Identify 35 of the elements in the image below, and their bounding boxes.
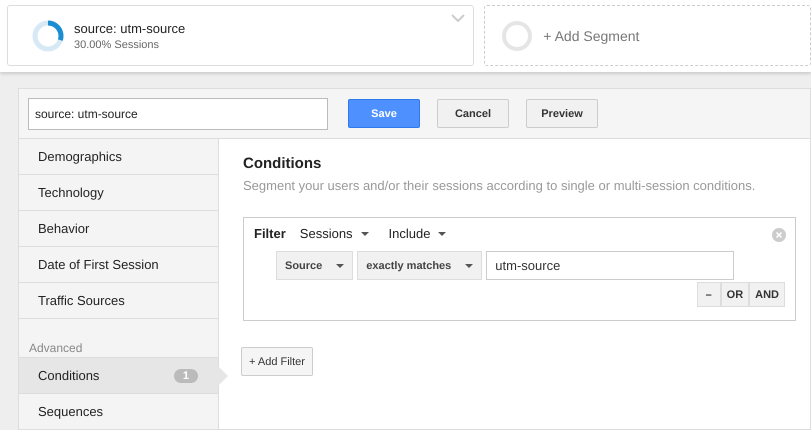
sidebar-item[interactable]: Sequences xyxy=(19,394,218,429)
count-badge: 1 xyxy=(174,368,198,382)
logic-button[interactable]: OR xyxy=(720,282,750,307)
segment-title: source: utm-source xyxy=(74,20,186,36)
sidebar-item[interactable]: Technology xyxy=(19,175,218,211)
section-title: Conditions xyxy=(243,155,322,172)
dimension-dropdown[interactable]: Source xyxy=(276,251,354,280)
section-description: Segment your users and/or their sessions according to single or multi-session conditions. xyxy=(243,178,756,193)
scope-dropdown[interactable]: Sessions xyxy=(300,226,369,241)
caret-icon xyxy=(360,232,369,236)
caret-icon xyxy=(336,264,344,268)
sidebar-item[interactable]: Traffic Sources xyxy=(19,283,218,319)
segment-name-field[interactable]: source: utm-source xyxy=(28,98,328,130)
ring-icon xyxy=(501,20,534,52)
mode-dropdown[interactable]: Include xyxy=(388,226,446,241)
logic-button[interactable]: AND xyxy=(749,282,785,307)
add-segment-card[interactable]: + Add Segment xyxy=(484,5,811,66)
close-icon[interactable] xyxy=(772,228,786,242)
operator-dropdown[interactable]: exactly matches xyxy=(357,251,482,280)
sidebar-item[interactable]: Demographics xyxy=(19,139,218,175)
caret-icon xyxy=(438,232,446,236)
add-filter-button[interactable]: + Add Filter xyxy=(241,347,313,376)
sidebar-item[interactable]: Date of First Session xyxy=(19,247,218,283)
logic-button[interactable]: – xyxy=(696,282,721,307)
toolbar-button[interactable]: Cancel xyxy=(437,99,509,128)
value-field[interactable]: utm-source xyxy=(486,251,734,280)
add-segment-label: + Add Segment xyxy=(543,28,640,44)
caret-icon xyxy=(465,264,474,268)
donut-chart xyxy=(32,20,64,52)
filter-label: Filter xyxy=(254,226,286,241)
toolbar-button[interactable]: Preview xyxy=(526,99,598,128)
sidebar-item[interactable]: Behavior xyxy=(19,211,218,247)
segment-subtitle: 30.00% Sessions xyxy=(74,38,160,50)
segment-card[interactable]: source: utm-source 30.00% Sessions xyxy=(7,5,474,66)
chevron-icon[interactable] xyxy=(451,14,466,22)
